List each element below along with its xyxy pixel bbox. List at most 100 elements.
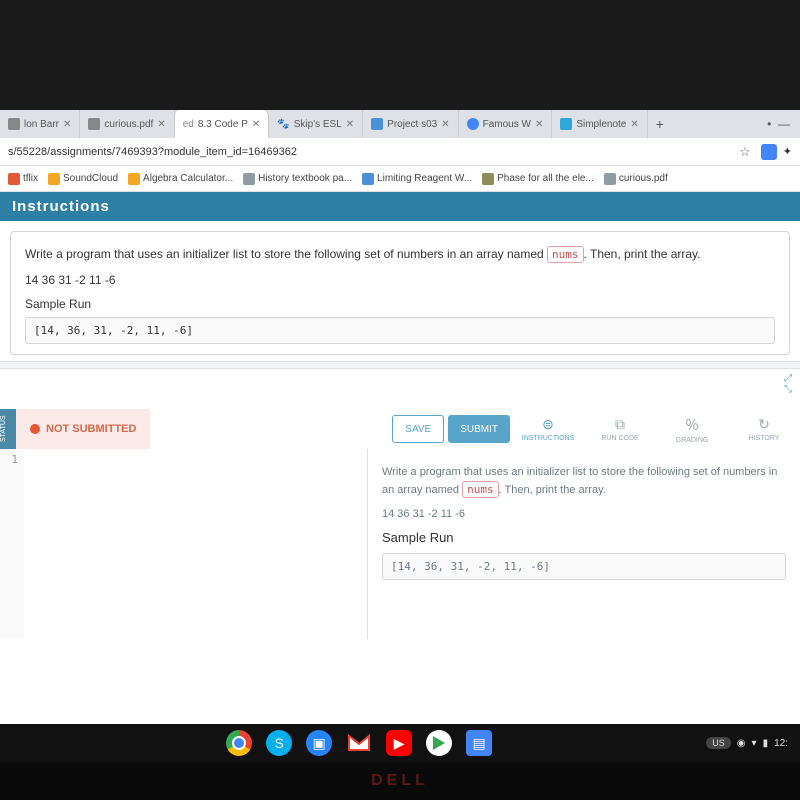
- url-text: s/55228/assignments/7469393?module_item_…: [8, 146, 733, 158]
- extension-icon[interactable]: [761, 144, 777, 160]
- close-icon[interactable]: ✕: [630, 119, 638, 130]
- dot-icon: [30, 424, 40, 434]
- editor-split: 1 Write a program that uses an initializ…: [0, 449, 800, 639]
- save-button[interactable]: SAVE: [392, 415, 444, 443]
- paw-icon: 🐾: [277, 119, 289, 130]
- battery-icon: ▮: [763, 738, 769, 749]
- code-area[interactable]: [24, 449, 367, 639]
- bookmark-icon: [604, 173, 616, 185]
- bookmark-star-icon[interactable]: ☆: [739, 144, 751, 160]
- browser-tabstrip: lon Barr✕ curious.pdf✕ ed8.3 Code P✕ 🐾Sk…: [0, 110, 800, 138]
- bookmark-icon: [8, 173, 20, 185]
- meet-icon[interactable]: ▣: [306, 730, 332, 756]
- status-side-tab: STATUS: [0, 409, 16, 449]
- code-editor[interactable]: 1: [0, 449, 368, 639]
- bookmark-icon: [48, 173, 60, 185]
- chromeos-shelf: S ▣ ▶ ▤ US ◉ ▾ ▮ 12:: [0, 724, 800, 762]
- tab-5[interactable]: Famous W ✕: [459, 110, 553, 138]
- bookmark-item[interactable]: History textbook pa...: [243, 173, 352, 185]
- brand-logo: DELL: [371, 772, 429, 790]
- instructions-icon: ⊜: [542, 416, 554, 433]
- toolbar-run-code[interactable]: ⧉RUN CODE: [584, 409, 656, 449]
- sample-run-heading: Sample Run: [382, 530, 786, 545]
- close-icon[interactable]: ✕: [346, 119, 354, 130]
- status-pill: NOT SUBMITTED: [16, 409, 150, 449]
- new-tab-button[interactable]: +: [648, 116, 672, 132]
- favicon: [467, 118, 479, 130]
- grading-icon: ％: [685, 415, 699, 435]
- bookmark-item[interactable]: Algebra Calculator...: [128, 173, 233, 185]
- close-icon[interactable]: ✕: [63, 119, 71, 130]
- bookmark-icon: [482, 173, 494, 185]
- editor-toolbar: STATUS NOT SUBMITTED SAVE SUBMIT ⊜INSTRU…: [0, 409, 800, 449]
- tab-label: Skip's ESL: [294, 119, 342, 130]
- resize-gap: ⤢⤡: [0, 369, 800, 409]
- line-gutter: 1: [0, 449, 24, 639]
- play-store-icon[interactable]: [426, 730, 452, 756]
- bookmark-label: Algebra Calculator...: [143, 173, 233, 184]
- tab-label: Simplenote: [576, 119, 626, 130]
- bookmark-item[interactable]: Phase for all the ele...: [482, 173, 594, 185]
- code-chip-nums: nums: [547, 246, 584, 263]
- bookmark-label: History textbook pa...: [258, 173, 352, 184]
- favicon: [371, 118, 383, 130]
- bookmark-item[interactable]: tflix: [8, 173, 38, 185]
- close-icon[interactable]: ✕: [157, 119, 165, 130]
- user-icon: ◉: [737, 738, 746, 749]
- lang-indicator: US: [706, 737, 731, 749]
- prompt-text: Write a program that uses an initializer…: [25, 246, 775, 263]
- bookmark-icon: [243, 173, 255, 185]
- close-icon[interactable]: ✕: [252, 119, 260, 130]
- sample-output: [14, 36, 31, -2, 11, -6]: [25, 317, 775, 344]
- bookmark-item[interactable]: SoundCloud: [48, 173, 118, 185]
- bookmark-item[interactable]: Limiting Reagent W...: [362, 173, 472, 185]
- status-label: NOT SUBMITTED: [46, 423, 136, 435]
- tab-label: Project s03: [387, 119, 437, 130]
- skype-icon[interactable]: S: [266, 730, 292, 756]
- tab-4[interactable]: Project s03 ✕: [363, 110, 458, 138]
- bookmark-label: tflix: [23, 173, 38, 184]
- wifi-icon: ▾: [752, 738, 757, 749]
- run-icon: ⧉: [615, 416, 625, 433]
- submit-button[interactable]: SUBMIT: [448, 415, 510, 443]
- toolbar-instructions[interactable]: ⊜INSTRUCTIONS: [512, 409, 584, 449]
- instructions-banner: Instructions: [0, 192, 800, 221]
- bookmark-label: SoundCloud: [63, 173, 118, 184]
- gmail-icon[interactable]: [346, 730, 372, 756]
- sample-output: [14, 36, 31, -2, 11, -6]: [382, 553, 786, 580]
- tab-label: 8.3 Code P: [198, 119, 248, 130]
- favicon: [8, 118, 20, 130]
- tab-0[interactable]: lon Barr✕: [0, 110, 80, 138]
- toolbar-history[interactable]: ↻HISTORY: [728, 409, 800, 449]
- window-controls[interactable]: • —: [757, 117, 800, 131]
- docs-icon[interactable]: ▤: [466, 730, 492, 756]
- expand-icon[interactable]: ⤢⤡: [784, 373, 792, 395]
- bookmark-label: Limiting Reagent W...: [377, 173, 472, 184]
- close-icon[interactable]: ✕: [441, 119, 449, 130]
- bookmark-item[interactable]: curious.pdf: [604, 173, 668, 185]
- favicon: [560, 118, 572, 130]
- clock: 12:: [774, 738, 788, 749]
- address-bar[interactable]: s/55228/assignments/7469393?module_item_…: [0, 138, 800, 166]
- bookmarks-bar: tflix SoundCloud Algebra Calculator... H…: [0, 166, 800, 192]
- chrome-icon[interactable]: [226, 730, 252, 756]
- tab-3[interactable]: 🐾 Skip's ESL ✕: [269, 110, 363, 138]
- close-icon[interactable]: ✕: [535, 119, 543, 130]
- tab-2-active[interactable]: ed8.3 Code P✕: [175, 110, 270, 138]
- bookmark-label: Phase for all the ele...: [497, 173, 594, 184]
- laptop-bezel: DELL: [0, 762, 800, 800]
- bookmark-icon: [362, 173, 374, 185]
- tab-6[interactable]: Simplenote ✕: [552, 110, 647, 138]
- puzzle-icon[interactable]: ✦: [783, 145, 792, 158]
- bookmark-label: curious.pdf: [619, 173, 668, 184]
- system-tray[interactable]: US ◉ ▾ ▮ 12:: [706, 737, 788, 749]
- dock: S ▣ ▶ ▤: [226, 730, 492, 756]
- youtube-icon[interactable]: ▶: [386, 730, 412, 756]
- toolbar-grading[interactable]: ％GRADING: [656, 409, 728, 449]
- number-list: 14 36 31 -2 11 -6: [25, 273, 775, 287]
- instructions-card: Write a program that uses an initializer…: [10, 231, 790, 355]
- tab-1[interactable]: curious.pdf✕: [80, 110, 174, 138]
- number-list: 14 36 31 -2 11 -6: [382, 508, 786, 520]
- favicon: [88, 118, 100, 130]
- tab-label: Famous W: [483, 119, 531, 130]
